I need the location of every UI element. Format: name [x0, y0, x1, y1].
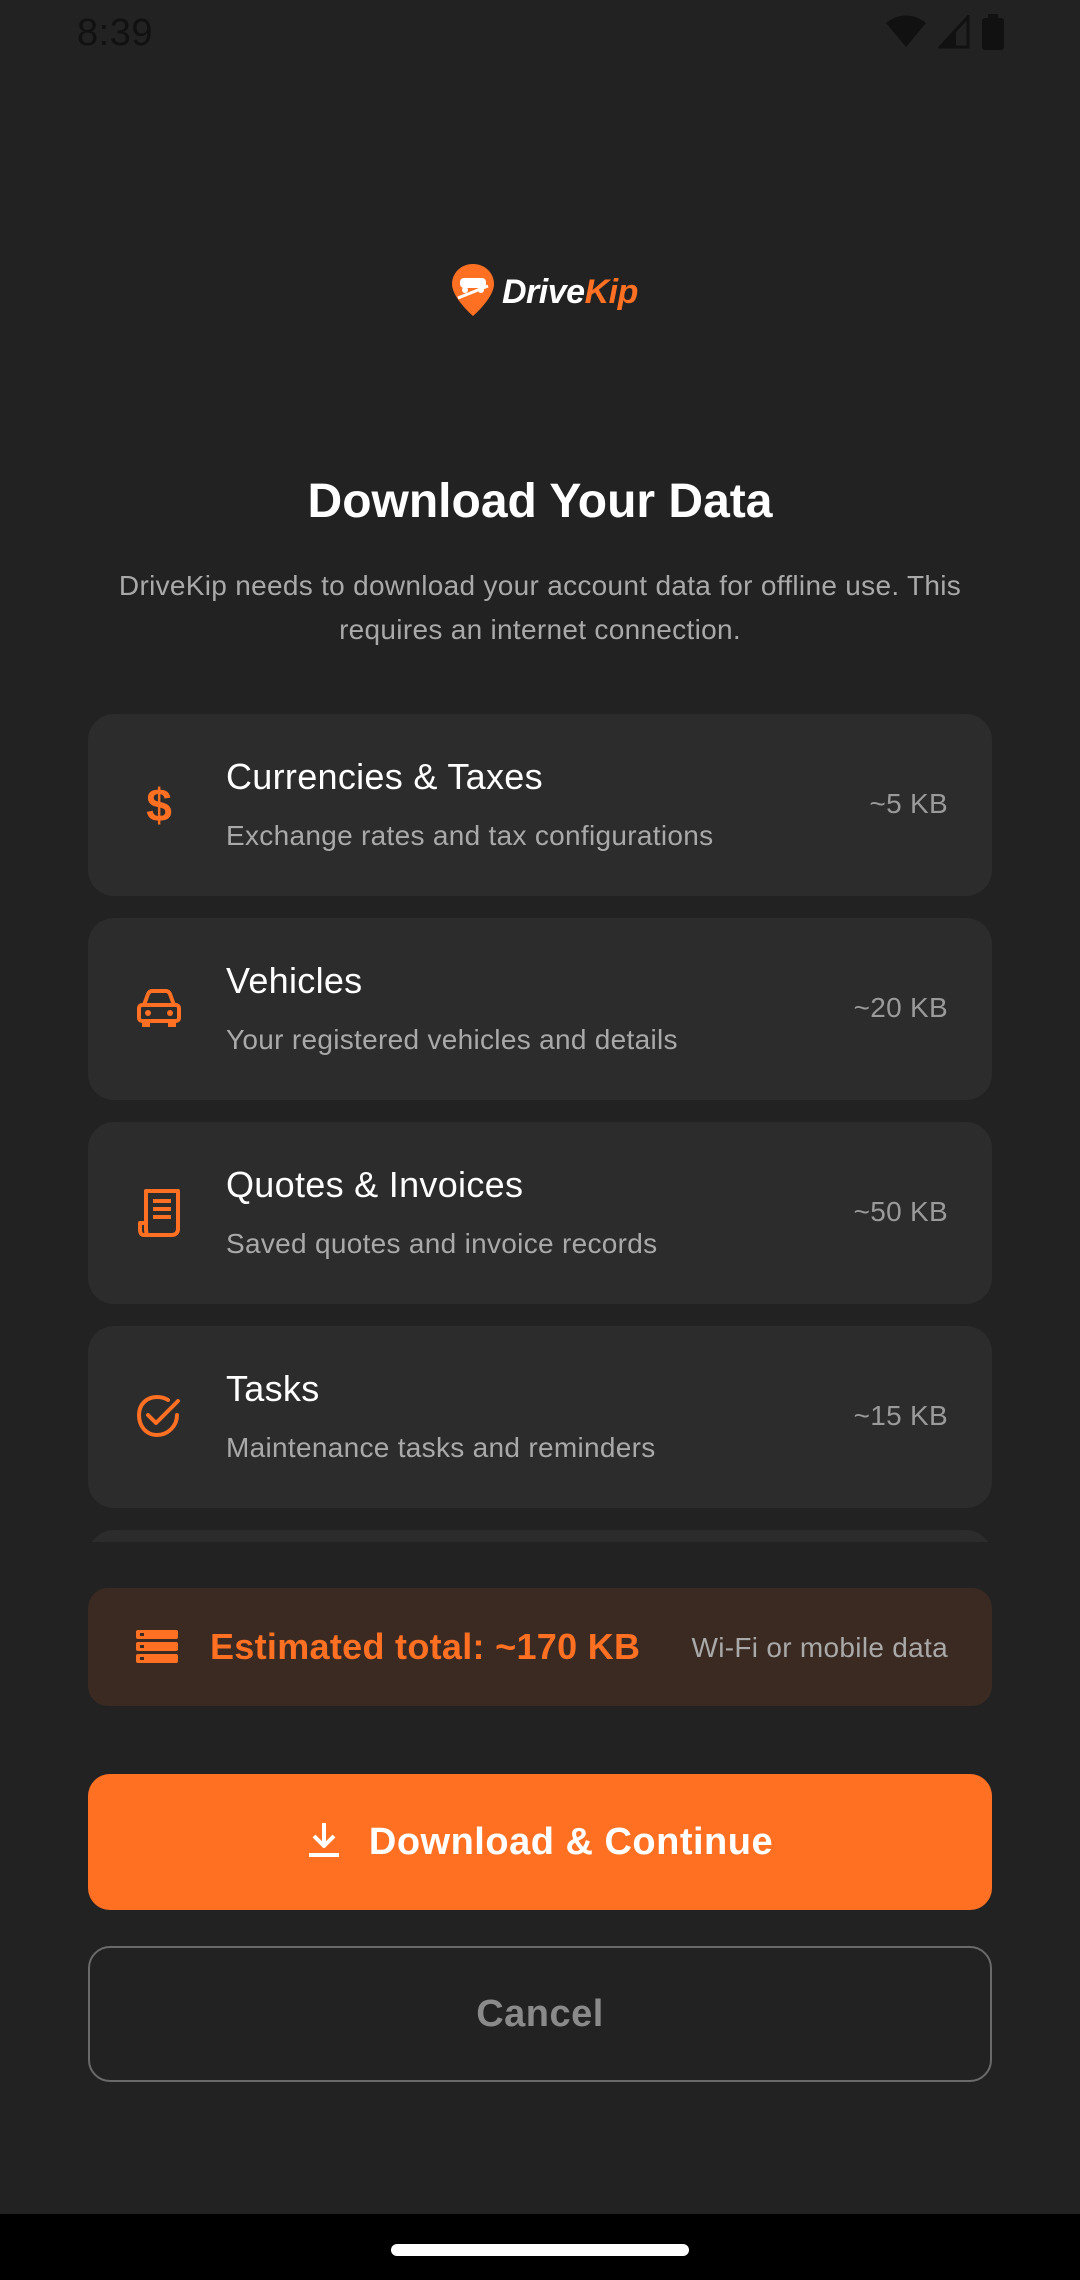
item-size: ~50 KB [853, 1196, 948, 1227]
download-icon [307, 1821, 341, 1864]
list-item-vehicles: Vehicles Your registered vehicles and de… [88, 918, 992, 1100]
network-note: Wi-Fi or mobile data [691, 1632, 948, 1663]
item-title: Currencies & Taxes [226, 756, 543, 797]
item-size: ~15 KB [853, 1400, 948, 1431]
car-icon [134, 984, 184, 1034]
item-description: Saved quotes and invoice records [226, 1228, 658, 1259]
dollar-icon: $ [146, 779, 172, 831]
item-description: Your registered vehicles and details [226, 1024, 678, 1055]
logo-text-kip: Kip [584, 273, 639, 311]
data-category-list[interactable]: $ Currencies & Taxes Exchange rates and … [88, 714, 992, 1542]
download-continue-label: Download & Continue [368, 1820, 774, 1863]
cancel-button[interactable]: Cancel [88, 1946, 992, 2082]
list-item-partial [88, 1530, 992, 1542]
logo-text-drive: Drive [502, 273, 585, 311]
wifi-icon [886, 15, 926, 49]
download-data-screen: 8:39 DriveKip Download Your Data DriveKi… [0, 0, 1080, 2280]
item-title: Vehicles [226, 960, 363, 1001]
logo-text: DriveKip [502, 273, 638, 312]
receipt-icon [134, 1188, 184, 1238]
check-circle-icon [134, 1392, 184, 1442]
page-title: Download Your Data [307, 475, 773, 528]
logo-pin-icon [450, 262, 496, 323]
system-nav-bar [0, 2214, 1080, 2280]
item-description: Exchange rates and tax configurations [226, 820, 714, 851]
estimate-banner: Estimated total: ~170 KB Wi-Fi or mobile… [88, 1588, 992, 1706]
storage-icon [134, 1628, 180, 1671]
home-gesture-handle[interactable] [391, 2244, 689, 2256]
drivekip-logo: DriveKip [450, 262, 638, 323]
list-item-tasks: Tasks Maintenance tasks and reminders ~1… [88, 1326, 992, 1508]
estimate-total: Estimated total: ~170 KB [210, 1626, 641, 1667]
list-item-currencies-taxes: $ Currencies & Taxes Exchange rates and … [88, 714, 992, 896]
item-size: ~20 KB [853, 992, 948, 1023]
item-title: Tasks [226, 1368, 320, 1409]
status-time: 8:39 [77, 12, 153, 54]
item-size: ~5 KB [869, 788, 948, 819]
item-title: Quotes & Invoices [226, 1164, 524, 1205]
status-icons [886, 14, 1004, 50]
item-description: Maintenance tasks and reminders [226, 1432, 656, 1463]
download-continue-button[interactable]: Download & Continue [88, 1774, 992, 1910]
status-bar: 8:39 [0, 0, 1080, 70]
page-subtitle: DriveKip needs to download your account … [118, 570, 962, 645]
list-item-quotes-invoices: Quotes & Invoices Saved quotes and invoi… [88, 1122, 992, 1304]
cancel-label: Cancel [476, 1992, 604, 2035]
battery-icon [982, 14, 1004, 50]
signal-icon [938, 15, 970, 49]
